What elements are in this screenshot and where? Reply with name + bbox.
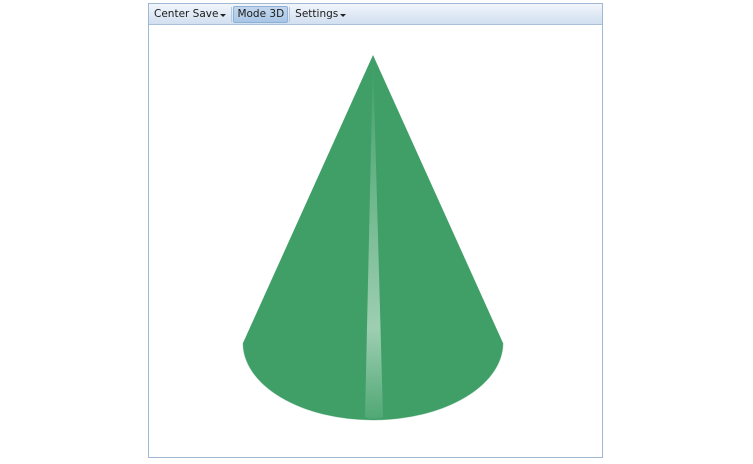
mode-3d-button[interactable]: Mode 3D [233, 5, 289, 23]
settings-label: Settings [295, 8, 339, 20]
cone-render [242, 55, 504, 421]
toolbar-divider [231, 6, 233, 22]
3d-canvas[interactable] [149, 25, 602, 457]
3d-viewer-window: Center Save Mode 3D Settings [148, 3, 603, 458]
center-save-menu-button[interactable]: Center Save [150, 6, 230, 23]
center-save-label: Center Save [154, 8, 219, 20]
settings-menu-button[interactable]: Settings [291, 6, 350, 23]
chevron-down-icon [340, 13, 347, 17]
mode-label: Mode 3D [237, 8, 285, 20]
chevron-down-icon [220, 13, 227, 17]
toolbar-divider [289, 6, 291, 22]
viewer-toolbar: Center Save Mode 3D Settings [149, 4, 602, 25]
